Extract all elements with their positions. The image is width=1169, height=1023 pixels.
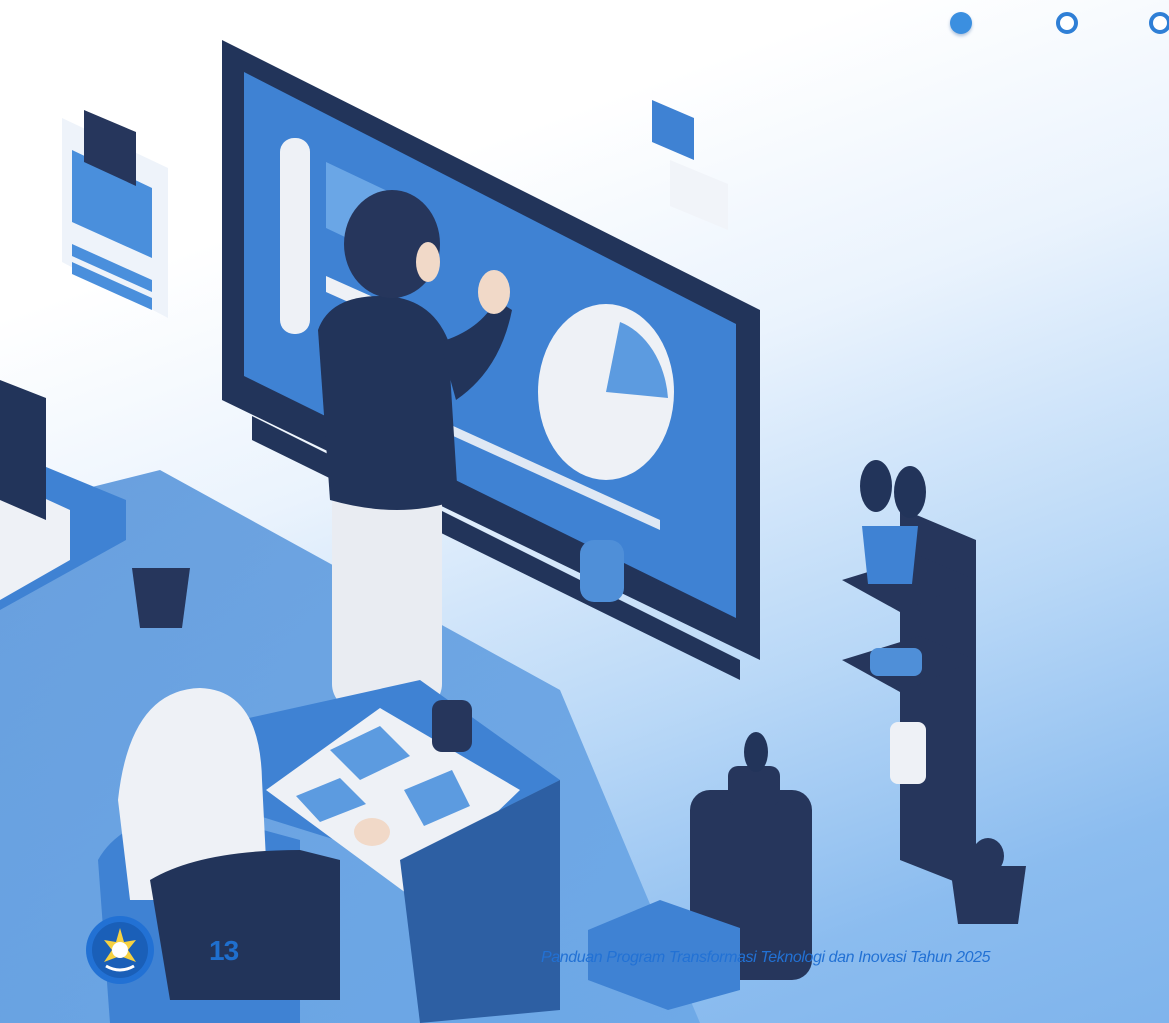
pagination-dot-active[interactable] (950, 12, 972, 34)
pagination-dot[interactable] (1056, 12, 1078, 34)
document-title: Panduan Program Transformasi Teknologi d… (541, 949, 991, 966)
pagination-dot[interactable] (1149, 12, 1169, 34)
floating-tiles-icon (652, 100, 728, 230)
tut-wuri-handayani-logo-icon (86, 916, 154, 984)
wall-card-icon (62, 110, 168, 318)
office-presentation-illustration (0, 40, 1026, 1023)
document-page: 13 Panduan Program Transformasi Teknolog… (0, 0, 1169, 1023)
wall-shelf (842, 460, 1026, 924)
pagination-dots (946, 10, 1169, 42)
page-number: 13 (209, 935, 239, 966)
